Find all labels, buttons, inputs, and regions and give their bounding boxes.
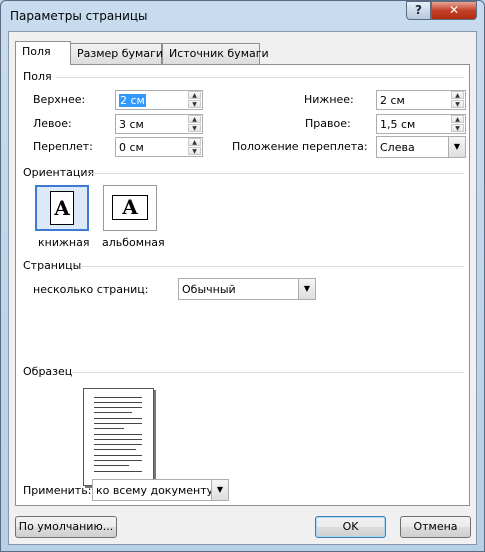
- portrait-page-icon: A: [50, 191, 74, 225]
- right-margin-value[interactable]: 1,5 см: [380, 118, 415, 131]
- ok-button[interactable]: OK: [315, 516, 386, 538]
- portrait-button[interactable]: A: [35, 185, 89, 231]
- close-icon: ✕: [448, 3, 460, 17]
- portrait-label[interactable]: книжная: [38, 236, 89, 249]
- cancel-button[interactable]: Отмена: [400, 516, 471, 538]
- tab-paper-source[interactable]: Источник бумаги: [162, 43, 269, 64]
- spin-down-icon[interactable]: ▼: [188, 100, 201, 108]
- left-margin-label: Левое:: [33, 117, 72, 130]
- spin-up-icon[interactable]: ▲: [188, 138, 201, 146]
- dialog-title: Параметры страницы: [10, 9, 148, 23]
- top-margin-spinner[interactable]: 2 см ▲ ▼: [115, 90, 203, 110]
- orientation-divider: [91, 173, 464, 174]
- pages-divider: [80, 266, 464, 267]
- spin-up-icon[interactable]: ▲: [188, 115, 201, 123]
- multiple-pages-value: Обычный: [182, 283, 236, 296]
- bottom-margin-value[interactable]: 2 см: [380, 94, 405, 107]
- spin-down-icon[interactable]: ▼: [451, 100, 464, 108]
- left-margin-value[interactable]: 3 см: [119, 118, 144, 131]
- preview-divider: [72, 372, 464, 373]
- dialog-body: Поля Размер бумаги Источник бумаги Поля …: [8, 31, 477, 545]
- spin-down-icon[interactable]: ▼: [188, 124, 201, 132]
- tab-margins[interactable]: Поля: [15, 41, 71, 65]
- orientation-group-label: Ориентация: [23, 166, 95, 179]
- multiple-pages-dropdown[interactable]: Обычный ▼: [178, 278, 316, 300]
- apply-dropdown[interactable]: ко всему документу ▼: [92, 479, 229, 501]
- gutter-spinner[interactable]: 0 см ▲ ▼: [115, 137, 203, 157]
- landscape-button[interactable]: A: [103, 185, 157, 231]
- gutter-position-value: Слева: [380, 141, 415, 154]
- landscape-label[interactable]: альбомная: [102, 236, 165, 249]
- margins-panel: Поля Верхнее: 2 см ▲ ▼ Нижнее: 2 см ▲ ▼ Ле…: [15, 64, 470, 506]
- close-button[interactable]: ✕: [431, 1, 477, 20]
- chevron-down-icon[interactable]: ▼: [298, 279, 315, 299]
- help-icon: ?: [415, 3, 422, 17]
- gutter-label: Переплет:: [33, 140, 93, 153]
- title-bar[interactable]: Параметры страницы ? ✕: [1, 1, 484, 31]
- multiple-pages-label: несколько страниц:: [33, 283, 149, 296]
- preview-group-label: Образец: [23, 365, 73, 378]
- bottom-margin-spinner[interactable]: 2 см ▲ ▼: [376, 90, 466, 110]
- gutter-position-dropdown[interactable]: Слева ▼: [376, 136, 466, 158]
- right-margin-spinner[interactable]: 1,5 см ▲ ▼: [376, 114, 466, 134]
- tab-paper-size[interactable]: Размер бумаги: [70, 43, 163, 64]
- chevron-down-icon[interactable]: ▼: [448, 137, 465, 157]
- landscape-page-icon: A: [112, 195, 148, 220]
- page-setup-dialog: Параметры страницы ? ✕ Поля Размер бумаг…: [0, 0, 485, 552]
- apply-label: Применить:: [23, 484, 92, 497]
- spin-up-icon[interactable]: ▲: [451, 91, 464, 99]
- margins-group-label: Поля: [23, 70, 52, 83]
- spin-up-icon[interactable]: ▲: [451, 115, 464, 123]
- gutter-position-label: Положение переплета:: [232, 140, 368, 153]
- bottom-margin-label: Нижнее:: [304, 93, 354, 106]
- set-default-button[interactable]: По умолчанию...: [15, 516, 117, 538]
- left-margin-spinner[interactable]: 3 см ▲ ▼: [115, 114, 203, 134]
- top-margin-label: Верхнее:: [33, 93, 86, 106]
- spin-up-icon[interactable]: ▲: [188, 91, 201, 99]
- pages-group-label: Страницы: [23, 259, 82, 272]
- help-button[interactable]: ?: [406, 1, 431, 20]
- chevron-down-icon[interactable]: ▼: [211, 480, 228, 500]
- spin-down-icon[interactable]: ▼: [188, 147, 201, 155]
- right-margin-label: Правое:: [305, 117, 351, 130]
- margins-divider: [56, 77, 464, 78]
- gutter-value[interactable]: 0 см: [119, 141, 144, 154]
- preview-page: [83, 388, 154, 486]
- spin-down-icon[interactable]: ▼: [451, 124, 464, 132]
- top-margin-value[interactable]: 2 см: [119, 94, 146, 107]
- apply-value: ко всему документу: [96, 484, 214, 497]
